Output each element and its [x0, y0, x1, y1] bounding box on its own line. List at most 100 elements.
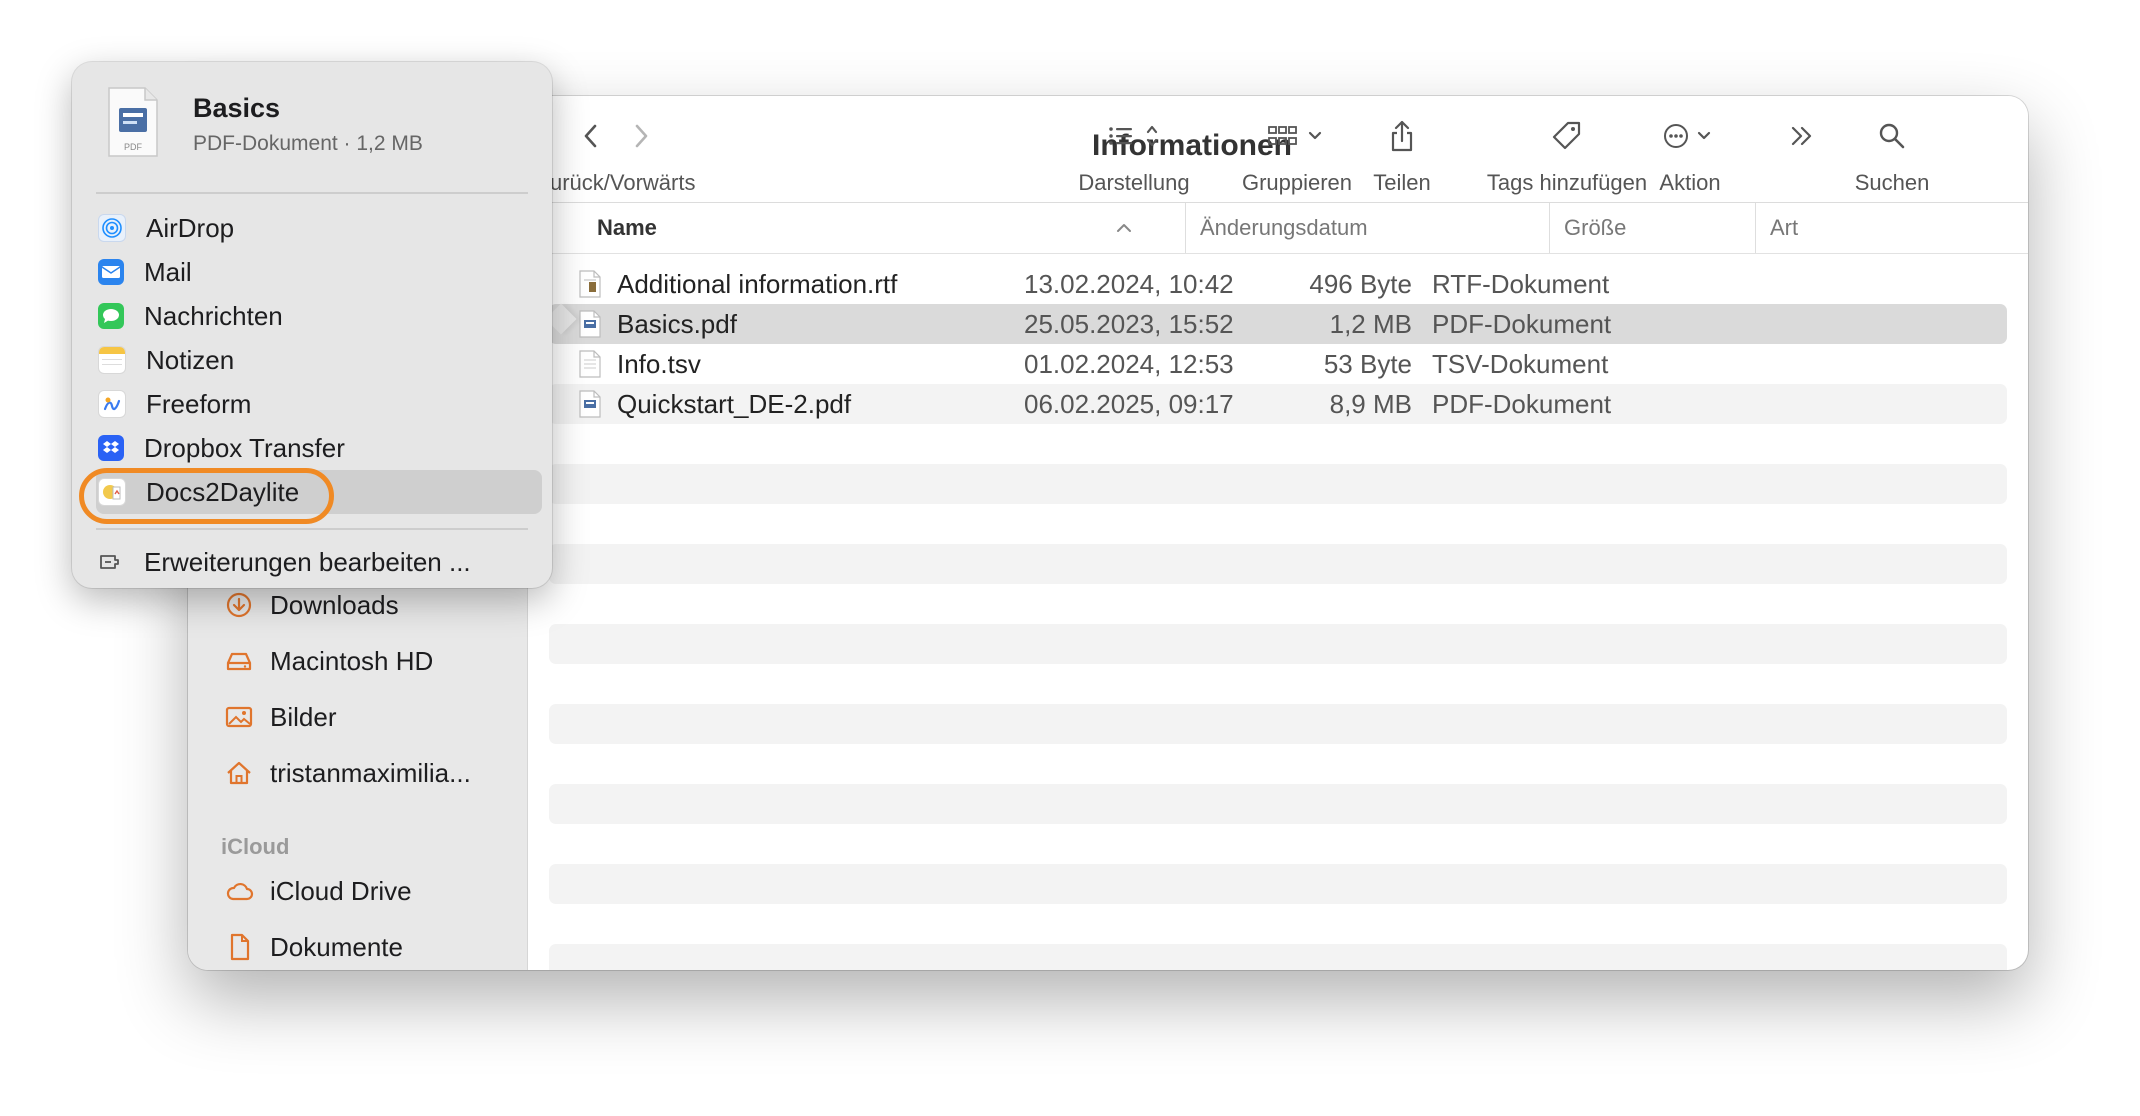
- pdf-file-icon: [579, 310, 601, 338]
- column-name-label: Name: [597, 215, 657, 240]
- column-header-size[interactable]: Größe: [1549, 203, 1754, 253]
- file-kind: RTF-Dokument: [1432, 268, 1610, 299]
- file-row[interactable]: Quickstart_DE-2.pdf 06.02.2025, 09:17 8,9 …: [549, 384, 2007, 424]
- sidebar-item-bilder[interactable]: Bilder: [224, 694, 336, 740]
- column-header-name[interactable]: Name: [597, 203, 1147, 253]
- file-name-cell: Basics.pdf: [579, 304, 737, 344]
- column-headers: Name Änderungsdatum Größe Art: [527, 203, 2028, 254]
- list-view-icon: [1109, 125, 1158, 147]
- file-date: 01.02.2024, 12:53: [1024, 348, 1234, 379]
- mail-icon: [98, 259, 124, 285]
- file-name: Additional information.rtf: [617, 268, 898, 299]
- tag-icon: [1552, 121, 1581, 150]
- view-button[interactable]: Darstellung: [1044, 114, 1224, 196]
- action-button[interactable]: Aktion: [1635, 114, 1745, 196]
- file-name-cell: Info.tsv: [579, 344, 701, 384]
- empty-row: [549, 464, 2007, 504]
- column-date-label: Änderungsdatum: [1200, 215, 1368, 240]
- pdf-file-icon: [579, 390, 601, 418]
- share-item-freeform[interactable]: Freeform: [96, 382, 542, 426]
- share-item-label: Freeform: [146, 388, 252, 419]
- share-popover: PDF Basics PDF-Dokument · 1,2 MB AirDrop…: [72, 62, 552, 588]
- popover-file-name: Basics: [193, 93, 281, 123]
- sidebar-item-macintosh-hd[interactable]: Macintosh HD: [224, 638, 433, 684]
- empty-row: [549, 544, 2007, 584]
- file-size: 1,2 MB: [1329, 308, 1412, 339]
- extensions-icon: [98, 549, 124, 575]
- share-item-mail[interactable]: Mail: [96, 250, 542, 294]
- column-size-label: Größe: [1564, 215, 1627, 240]
- search-button[interactable]: Suchen: [1847, 114, 1937, 196]
- back-forward-label: Zurück/Vorwärts: [536, 170, 696, 195]
- share-item-nachrichten[interactable]: Nachrichten: [96, 294, 542, 338]
- group-button[interactable]: Gruppieren: [1217, 114, 1377, 196]
- file-date: 25.05.2023, 15:52: [1024, 308, 1234, 339]
- freeform-icon: [98, 390, 126, 418]
- file-name-cell: Additional information.rtf: [579, 264, 897, 304]
- share-item-label: Notizen: [146, 344, 235, 375]
- share-button[interactable]: Teilen: [1362, 114, 1442, 196]
- file-size: 496 Byte: [1309, 268, 1412, 299]
- sidebar-item-label: Dokumente: [270, 931, 403, 962]
- drive-icon: [226, 652, 252, 671]
- share-item-label: Mail: [144, 256, 192, 287]
- sidebar-item-dokumente[interactable]: Dokumente: [224, 924, 403, 970]
- share-item-label: Docs2Daylite: [146, 476, 300, 507]
- share-icon: [1391, 120, 1413, 152]
- sidebar-item-label: Downloads: [270, 589, 399, 620]
- empty-row: [549, 864, 2007, 904]
- sidebar-item-label: iCloud Drive: [270, 875, 412, 906]
- file-row[interactable]: Additional information.rtf 13.02.2024, 10…: [549, 264, 2007, 304]
- share-label: Teilen: [1373, 170, 1431, 195]
- sidebar-item-label: Bilder: [270, 701, 337, 732]
- popover-file-info: PDF-Dokument · 1,2 MB: [193, 132, 423, 155]
- share-item-label: Dropbox Transfer: [144, 432, 345, 463]
- popover-header: PDF Basics PDF-Dokument · 1,2 MB: [105, 86, 423, 158]
- search-label: Suchen: [1854, 170, 1930, 195]
- more-toolbar-button[interactable]: [1782, 114, 1822, 158]
- sidebar-item-icloud-drive[interactable]: iCloud Drive: [224, 868, 412, 914]
- docs2daylite-icon: [98, 478, 126, 506]
- share-item-label: Erweiterungen bearbeiten ...: [144, 546, 471, 577]
- column-header-date[interactable]: Änderungsdatum: [1185, 203, 1564, 253]
- action-icon: [1664, 124, 1711, 148]
- share-item-airdrop[interactable]: AirDrop: [96, 206, 542, 250]
- file-size: 8,9 MB: [1329, 388, 1412, 419]
- sidebar-item-label: tristanmaximilia...: [270, 757, 471, 788]
- dropbox-icon: [98, 435, 124, 461]
- pictures-icon: [225, 706, 253, 728]
- back-forward-control: Zurück/Vorwärts: [527, 114, 705, 196]
- sidebar-item-home[interactable]: tristanmaximilia...: [224, 750, 471, 796]
- file-date: 06.02.2025, 09:17: [1024, 388, 1234, 419]
- share-item-docs2daylite[interactable]: Docs2Daylite: [96, 470, 542, 514]
- double-chevron-right-icon: [1791, 126, 1812, 146]
- tags-label: Tags hinzufügen: [1486, 170, 1648, 195]
- share-item-label: Nachrichten: [144, 300, 283, 331]
- chevron-left-icon[interactable]: [583, 122, 599, 150]
- rtf-file-icon: [579, 270, 601, 298]
- toolbar: Zurück/Vorwärts Informationen Darstellun…: [527, 96, 2028, 203]
- chevron-right-icon[interactable]: [633, 122, 649, 150]
- file-row[interactable]: Basics.pdf 25.05.2023, 15:52 1,2 MB PDF-Dok…: [549, 304, 2007, 344]
- sidebar-item-downloads[interactable]: Downloads: [224, 582, 399, 628]
- tsv-file-icon: [579, 350, 601, 378]
- column-kind-label: Art: [1770, 215, 1799, 240]
- file-row[interactable]: Info.tsv 01.02.2024, 12:53 53 Byte TSV-Doku…: [549, 344, 2007, 384]
- view-label: Darstellung: [1078, 170, 1190, 195]
- column-header-kind[interactable]: Art: [1755, 203, 2020, 253]
- messages-icon: [98, 303, 124, 329]
- notes-icon: [98, 346, 126, 374]
- empty-row: [549, 624, 2007, 664]
- documents-icon: [230, 933, 250, 961]
- file-name-cell: Quickstart_DE-2.pdf: [579, 384, 851, 424]
- empty-row: [549, 944, 2007, 970]
- share-item-dropbox-transfer[interactable]: Dropbox Transfer: [96, 426, 542, 470]
- file-kind: TSV-Dokument: [1432, 348, 1609, 379]
- sidebar-section-icloud: iCloud: [221, 834, 290, 859]
- share-item-label: AirDrop: [146, 212, 235, 243]
- share-item-notizen[interactable]: Notizen: [96, 338, 542, 382]
- edit-extensions-item[interactable]: Erweiterungen bearbeiten ...: [96, 540, 542, 584]
- file-size: 53 Byte: [1323, 348, 1412, 379]
- file-name: Basics.pdf: [617, 308, 737, 339]
- downloads-icon: [226, 592, 252, 618]
